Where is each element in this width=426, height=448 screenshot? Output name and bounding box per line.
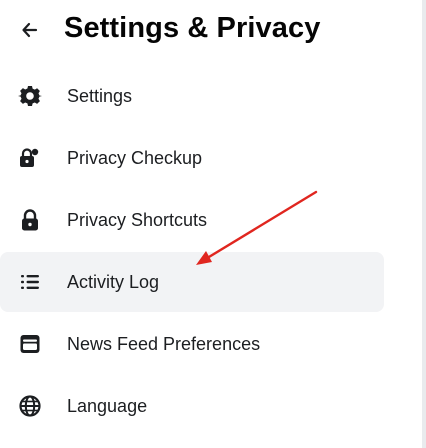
menu-item-label: Privacy Checkup — [67, 148, 203, 168]
menu-item-language[interactable]: Language — [0, 376, 384, 436]
news-feed-icon — [12, 326, 48, 362]
lock-person-icon — [12, 140, 48, 176]
menu-item-privacy-shortcuts[interactable]: Privacy Shortcuts — [0, 190, 384, 250]
back-button[interactable] — [12, 12, 48, 48]
settings-privacy-panel: Settings & Privacy Settings Privacy Chec… — [0, 0, 426, 448]
menu-item-label: Settings — [67, 86, 133, 106]
lock-icon — [12, 202, 48, 238]
globe-icon — [12, 388, 48, 424]
menu-item-label: Language — [67, 396, 148, 416]
menu-item-activity-log[interactable]: Activity Log — [0, 252, 384, 312]
scrollbar-track[interactable] — [422, 0, 426, 448]
menu-item-label: Activity Log — [67, 272, 160, 292]
panel-header: Settings & Privacy — [0, 0, 426, 62]
menu-item-settings[interactable]: Settings — [0, 66, 384, 126]
page-title: Settings & Privacy — [64, 12, 321, 44]
list-icon — [12, 264, 48, 300]
menu-item-label: News Feed Preferences — [67, 334, 261, 354]
gear-icon — [12, 78, 48, 114]
menu-item-news-feed-preferences[interactable]: News Feed Preferences — [0, 314, 384, 374]
arrow-left-icon — [22, 22, 38, 38]
menu-item-label: Privacy Shortcuts — [67, 210, 208, 230]
menu-item-privacy-checkup[interactable]: Privacy Checkup — [0, 128, 384, 188]
